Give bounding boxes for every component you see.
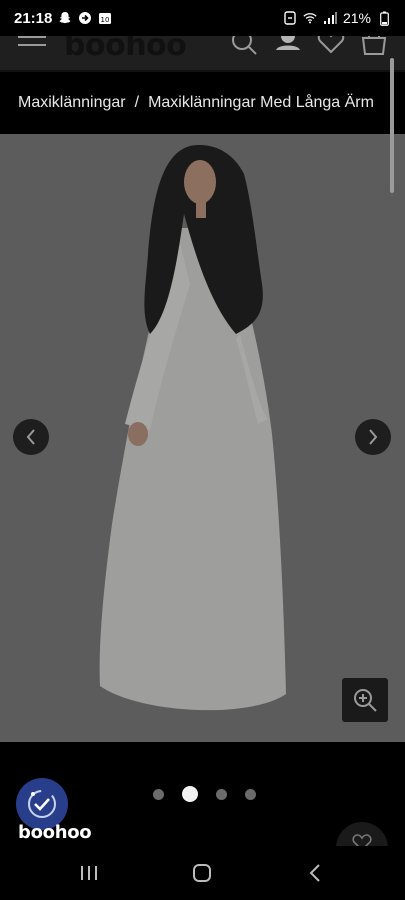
pagination-dot[interactable]: [216, 789, 227, 800]
status-left: 21:18 10: [14, 10, 112, 27]
battery-percent: 21%: [342, 10, 371, 26]
gallery-footer: boohoo: [0, 742, 405, 862]
menu-icon[interactable]: [18, 36, 46, 50]
zoom-button[interactable]: [342, 678, 388, 722]
snapchat-icon: [58, 11, 72, 25]
zoom-in-icon: [354, 689, 377, 712]
logo[interactable]: boohoo: [64, 36, 187, 63]
product-image[interactable]: [0, 134, 405, 742]
recent-apps-icon: [81, 866, 97, 880]
battery-icon: [377, 11, 391, 26]
breadcrumb-item-1[interactable]: Maxiklänningar: [18, 94, 126, 112]
chevron-left-icon: [26, 429, 35, 445]
site-header: boohoo: [0, 36, 405, 70]
svg-text:10: 10: [101, 16, 110, 24]
recent-apps-button[interactable]: [76, 860, 102, 886]
breadcrumb: Maxiklänningar / Maxiklänningar Med Lång…: [0, 72, 405, 134]
pagination-dot[interactable]: [153, 789, 164, 800]
chevron-right-icon: [369, 429, 378, 445]
signal-icon: [323, 11, 337, 25]
system-nav-bar: [0, 846, 405, 900]
search-icon[interactable]: [230, 36, 258, 56]
breadcrumb-item-2[interactable]: Maxiklänningar Med Långa Ärm: [148, 94, 374, 112]
pagination-dot-active[interactable]: [182, 786, 198, 802]
breadcrumb-separator: /: [134, 94, 140, 111]
status-right: 21%: [283, 10, 391, 26]
pagination-dot[interactable]: [245, 789, 256, 800]
back-icon: [309, 864, 320, 882]
status-time: 21:18: [14, 9, 53, 27]
model-photo: [0, 134, 405, 742]
home-icon: [193, 864, 211, 882]
home-button[interactable]: [189, 860, 215, 886]
checkmark-badge-icon: [28, 790, 56, 818]
wifi-icon: [303, 11, 317, 25]
alarm-icon: [283, 11, 297, 25]
arrow-circle-icon: [78, 11, 92, 25]
gallery-next-button[interactable]: [355, 419, 391, 455]
status-bar: 21:18 10 21%: [0, 0, 405, 36]
page-scrollbar[interactable]: [390, 58, 394, 193]
gallery-prev-button[interactable]: [13, 419, 49, 455]
heart-icon[interactable]: [317, 36, 345, 56]
back-button[interactable]: [302, 860, 328, 886]
bag-icon[interactable]: [360, 36, 388, 56]
trust-badge-label: boohoo: [18, 822, 92, 843]
calendar-icon: 10: [98, 11, 112, 25]
account-icon[interactable]: [274, 36, 302, 56]
